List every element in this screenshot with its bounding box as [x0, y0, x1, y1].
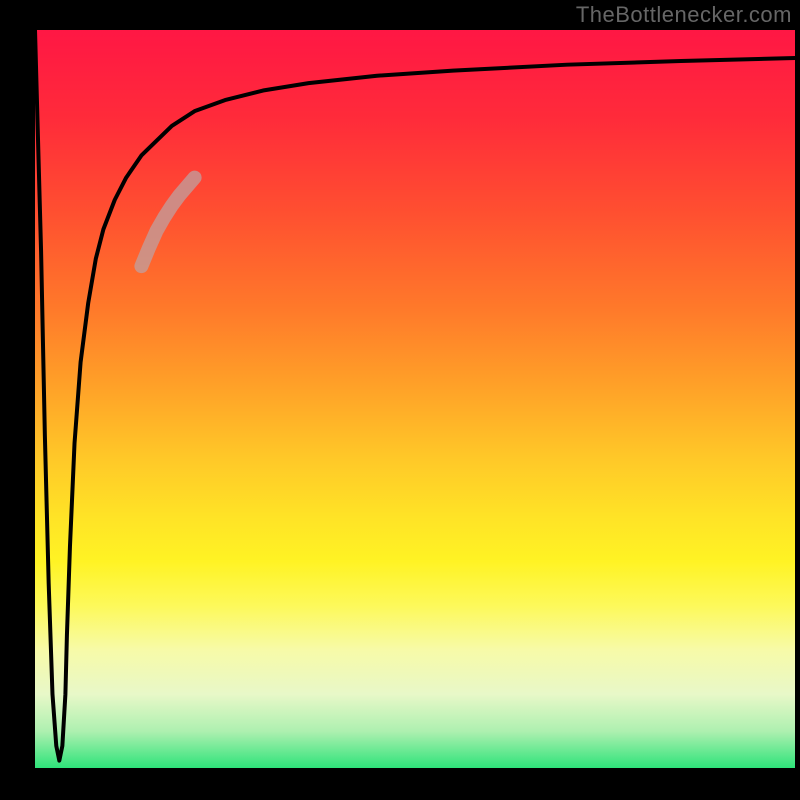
- attribution-label: TheBottlenecker.com: [576, 2, 792, 28]
- bottleneck-curve-path: [35, 30, 795, 761]
- chart-svg: [35, 30, 795, 768]
- highlight-segment-path: [141, 178, 194, 267]
- plot-area: [35, 30, 795, 768]
- axis-left-border: [0, 0, 35, 800]
- axis-bottom-border: [0, 768, 800, 800]
